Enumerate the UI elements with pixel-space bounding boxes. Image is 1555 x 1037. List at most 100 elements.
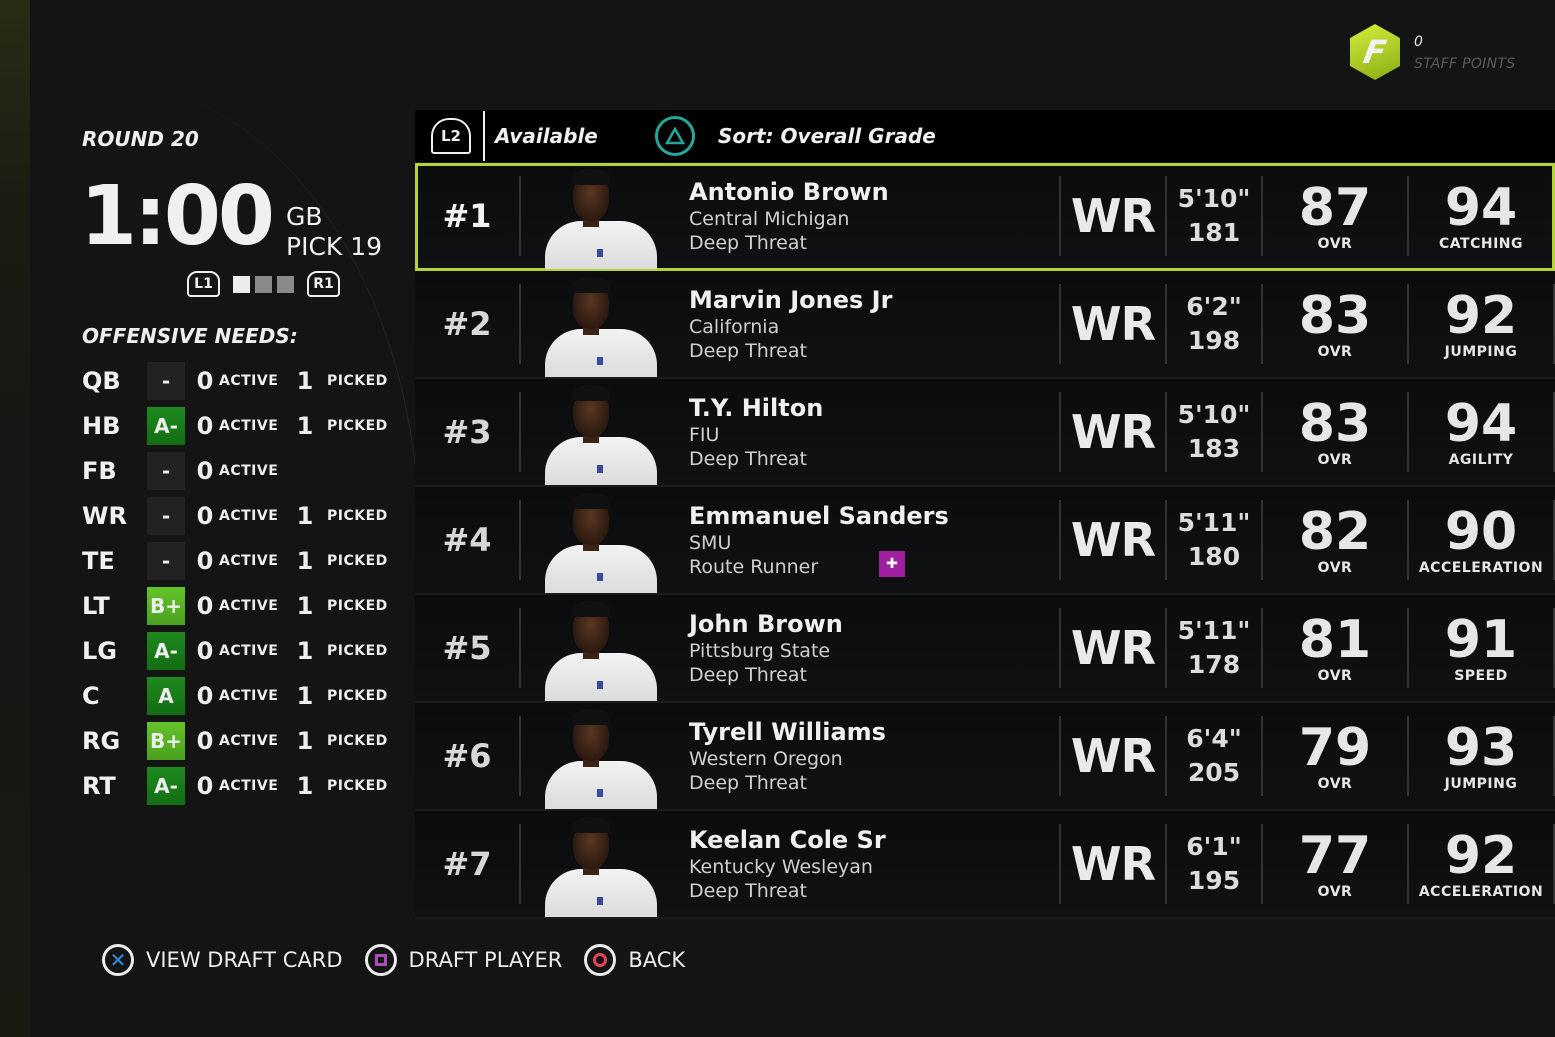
active-label: ACTIVE bbox=[219, 417, 279, 434]
need-position: RG bbox=[82, 726, 121, 755]
need-position: LT bbox=[82, 591, 110, 620]
cross-button-icon: ✕ bbox=[102, 944, 134, 976]
picked-label: PICKED bbox=[327, 417, 388, 434]
player-row[interactable]: #3 T.Y. Hilton FIU Deep Threat WR 5'10" … bbox=[415, 379, 1555, 487]
player-school: Kentucky Wesleyan bbox=[689, 856, 873, 878]
player-portrait bbox=[535, 705, 675, 809]
page-indicator-3 bbox=[277, 275, 294, 293]
need-row-fb: FB - 0 ACTIVE bbox=[82, 448, 388, 493]
active-count: 0 bbox=[196, 456, 214, 485]
l2-button[interactable]: L2 bbox=[431, 118, 471, 154]
player-name: Marvin Jones Jr bbox=[689, 286, 893, 314]
player-row[interactable]: #1 Antonio Brown Central Michigan Deep T… bbox=[415, 163, 1555, 271]
need-grade-badge: B+ bbox=[147, 721, 185, 760]
player-row[interactable]: #4 Emmanuel Sanders SMU Route Runner ✚ W… bbox=[415, 487, 1555, 595]
sort-label[interactable]: Sort: Overall Grade bbox=[718, 124, 936, 148]
need-position: WR bbox=[82, 501, 127, 530]
top-stat-label: AGILITY bbox=[1448, 452, 1514, 468]
active-label: ACTIVE bbox=[219, 597, 279, 614]
player-position: WR bbox=[1070, 837, 1156, 891]
height-weight: 5'10" 183 bbox=[1167, 398, 1261, 466]
active-count: 0 bbox=[196, 591, 214, 620]
player-height: 6'2" bbox=[1186, 292, 1242, 321]
draft-player-button[interactable]: DRAFT PLAYER bbox=[364, 944, 562, 976]
need-row-wr: WR - 0 ACTIVE 1 PICKED bbox=[82, 493, 388, 538]
need-position: RT bbox=[82, 771, 116, 800]
player-name: John Brown bbox=[689, 610, 843, 638]
filter-label[interactable]: Available bbox=[495, 124, 645, 148]
player-name: Antonio Brown bbox=[689, 178, 889, 206]
back-button[interactable]: BACK bbox=[584, 944, 685, 976]
square-button-icon bbox=[364, 944, 397, 976]
overall-rating: 77 OVR bbox=[1263, 828, 1407, 900]
need-position: C bbox=[82, 681, 100, 710]
top-stat-label: JUMPING bbox=[1444, 776, 1518, 792]
player-row[interactable]: #2 Marvin Jones Jr California Deep Threa… bbox=[415, 271, 1555, 379]
player-row[interactable]: #5 John Brown Pittsburg State Deep Threa… bbox=[415, 595, 1555, 703]
player-portrait bbox=[535, 813, 675, 917]
need-row-lt: LT B+ 0 ACTIVE 1 PICKED bbox=[82, 583, 388, 628]
player-portrait bbox=[535, 165, 675, 269]
need-row-te: TE - 0 ACTIVE 1 PICKED bbox=[82, 538, 388, 583]
player-info: Emmanuel Sanders SMU Route Runner ✚ bbox=[689, 501, 1059, 579]
team-abbr: GB bbox=[286, 202, 323, 231]
top-attribute: 94 CATCHING bbox=[1409, 180, 1553, 252]
player-archetype: Deep Threat bbox=[689, 232, 807, 254]
need-position: HB bbox=[82, 411, 121, 440]
picked-count: 1 bbox=[296, 546, 314, 575]
ovr-label: OVR bbox=[1317, 560, 1353, 576]
ovr-label: OVR bbox=[1317, 452, 1353, 468]
triangle-button-icon[interactable] bbox=[655, 116, 695, 156]
height-weight: 6'1" 195 bbox=[1167, 830, 1261, 898]
divider bbox=[519, 284, 521, 364]
divider bbox=[519, 392, 521, 472]
player-rank: #1 bbox=[442, 197, 492, 235]
view-draft-card-label: VIEW DRAFT CARD bbox=[146, 948, 343, 972]
player-list: #1 Antonio Brown Central Michigan Deep T… bbox=[415, 163, 1555, 919]
player-position: WR bbox=[1070, 513, 1156, 567]
need-position: TE bbox=[82, 546, 115, 575]
page-indicator-1 bbox=[233, 275, 250, 293]
r1-button[interactable]: R1 bbox=[307, 271, 340, 297]
player-name: Tyrell Williams bbox=[689, 718, 886, 746]
need-row-qb: QB - 0 ACTIVE 1 PICKED bbox=[82, 358, 388, 403]
top-stat-value: 91 bbox=[1444, 610, 1518, 670]
ovr-label: OVR bbox=[1317, 236, 1353, 252]
divider bbox=[519, 608, 521, 688]
picked-label: PICKED bbox=[327, 777, 388, 794]
player-position: WR bbox=[1070, 297, 1156, 351]
height-weight: 6'2" 198 bbox=[1167, 290, 1261, 358]
player-name: Keelan Cole Sr bbox=[689, 826, 886, 854]
pick-number: PICK 19 bbox=[286, 232, 383, 261]
height-weight: 5'10" 181 bbox=[1167, 182, 1261, 250]
divider bbox=[519, 176, 521, 256]
top-stat-value: 94 bbox=[1444, 394, 1518, 454]
active-count: 0 bbox=[196, 366, 214, 395]
player-school: FIU bbox=[689, 424, 720, 446]
divider bbox=[519, 824, 521, 904]
top-attribute: 91 SPEED bbox=[1409, 612, 1553, 684]
picked-count: 1 bbox=[296, 501, 314, 530]
ovr-value: 77 bbox=[1298, 826, 1372, 886]
overall-rating: 87 OVR bbox=[1263, 180, 1407, 252]
divider bbox=[519, 500, 521, 580]
overall-rating: 81 OVR bbox=[1263, 612, 1407, 684]
picked-label: PICKED bbox=[327, 687, 388, 704]
player-row[interactable]: #7 Keelan Cole Sr Kentucky Wesleyan Deep… bbox=[415, 811, 1555, 919]
player-info: T.Y. Hilton FIU Deep Threat bbox=[689, 393, 1059, 471]
top-attribute: 92 ACCELERATION bbox=[1409, 828, 1553, 900]
need-position: LG bbox=[82, 636, 117, 665]
need-grade-badge: - bbox=[147, 541, 185, 580]
player-school: SMU bbox=[689, 532, 732, 554]
circle-button-icon bbox=[584, 944, 617, 976]
top-stat-value: 90 bbox=[1444, 502, 1518, 562]
view-draft-card-button[interactable]: ✕ VIEW DRAFT CARD bbox=[102, 944, 343, 976]
player-row[interactable]: #6 Tyrell Williams Western Oregon Deep T… bbox=[415, 703, 1555, 811]
player-portrait bbox=[535, 597, 675, 701]
player-height: 6'1" bbox=[1186, 832, 1242, 861]
need-grade-badge: A bbox=[147, 676, 185, 715]
active-label: ACTIVE bbox=[219, 552, 279, 569]
l1-button[interactable]: L1 bbox=[187, 271, 220, 297]
top-stat-label: CATCHING bbox=[1439, 236, 1523, 252]
player-height: 5'10" bbox=[1177, 400, 1251, 429]
